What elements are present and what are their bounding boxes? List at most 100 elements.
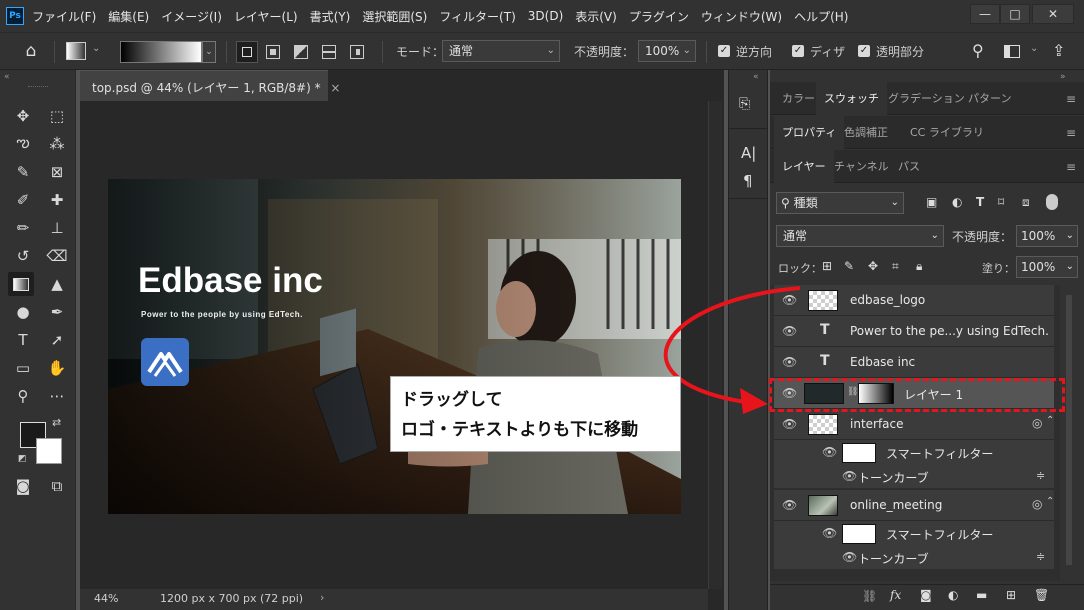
layers-scrollbar[interactable] xyxy=(1066,295,1072,565)
quick-selection-tool-icon[interactable]: ✎ xyxy=(10,160,36,184)
grip-handle[interactable] xyxy=(28,86,48,88)
mode-select[interactable]: 通常 ⌄ xyxy=(442,40,560,62)
gradient-tool-icon[interactable] xyxy=(8,272,34,296)
filter-smart-object-icon[interactable]: ⧈ xyxy=(1022,195,1030,210)
filter-options-icon[interactable]: ≑ xyxy=(1036,469,1045,482)
collapse-icon[interactable]: » xyxy=(1060,72,1066,82)
visibility-eye-icon[interactable]: 👁︎ xyxy=(782,293,797,307)
search-icon[interactable]: ⚲ xyxy=(972,41,984,60)
menu-help[interactable]: ヘルプ(H) xyxy=(794,8,848,25)
filter-options-icon[interactable]: ≑ xyxy=(1036,550,1045,563)
chevron-right-icon[interactable]: › xyxy=(320,591,324,604)
maximize-button[interactable]: □ xyxy=(1000,4,1030,24)
screen-mode-icon[interactable]: ⧉ xyxy=(44,474,70,498)
lasso-tool-icon[interactable]: ఌ xyxy=(10,132,36,156)
eyedropper-tool-icon[interactable]: ✐ xyxy=(10,188,36,212)
eraser-tool-icon[interactable]: ⌫ xyxy=(44,244,70,268)
visibility-eye-icon[interactable]: 👁︎ xyxy=(782,355,797,369)
filter-toggle[interactable] xyxy=(1046,194,1058,210)
tone-curve-filter-row[interactable]: 👁︎ トーンカーブ ≑ xyxy=(774,547,1054,569)
artwork-canvas[interactable]: Edbase inc Power to the people by using … xyxy=(108,179,681,514)
move-tool-icon[interactable]: ✥ xyxy=(10,104,36,128)
visibility-eye-icon[interactable]: 👁︎ xyxy=(782,324,797,338)
layer-opacity-field[interactable]: 100% ⌄ xyxy=(1016,225,1078,247)
crop-tool-icon[interactable]: ⊠ xyxy=(44,160,70,184)
hand-tool-icon[interactable]: ✋ xyxy=(44,356,70,380)
gradient-dropdown-arrow[interactable]: ⌄ xyxy=(202,41,216,63)
chevron-down-icon[interactable]: ⌄ xyxy=(92,43,100,54)
history-panel-icon[interactable]: ⎘ xyxy=(739,96,750,112)
reverse-checkbox[interactable]: ✓ xyxy=(718,45,730,57)
collapse-icon[interactable]: « xyxy=(4,72,10,82)
collapse-icon[interactable]: « xyxy=(753,72,759,82)
menu-edit[interactable]: 編集(E) xyxy=(108,8,149,25)
tab-swatches[interactable]: スウォッチ xyxy=(816,82,887,115)
chevron-down-icon[interactable]: ⌄ xyxy=(1030,43,1038,54)
smart-filter-row[interactable]: 👁︎ スマートフィルター xyxy=(774,521,1054,547)
more-tools-icon[interactable]: ⋯ xyxy=(44,384,70,408)
close-tab-icon[interactable]: × xyxy=(330,81,340,95)
visibility-eye-icon[interactable]: 👁︎ xyxy=(782,498,797,512)
swap-colors-icon[interactable]: ⇄ xyxy=(52,416,61,429)
smart-filter-row[interactable]: 👁︎ スマートフィルター xyxy=(774,440,1054,466)
tab-channels[interactable]: チャンネル xyxy=(826,150,897,183)
filter-adjustment-icon[interactable]: ◐ xyxy=(952,195,962,209)
transparency-checkbox[interactable]: ✓ xyxy=(858,45,870,57)
menu-type[interactable]: 書式(Y) xyxy=(310,8,351,25)
lock-pixels-icon[interactable]: ✎ xyxy=(844,259,854,273)
close-button[interactable]: ✕ xyxy=(1032,4,1074,24)
tab-patterns[interactable]: パターン xyxy=(960,82,1019,115)
layer-row-edbase-logo[interactable]: 👁︎ edbase_logo xyxy=(774,285,1054,316)
chevron-up-icon[interactable]: ⌃ xyxy=(1046,415,1054,426)
linear-gradient-button[interactable] xyxy=(236,41,258,63)
filter-type-icon[interactable]: T xyxy=(976,195,984,209)
type-tool-icon[interactable]: T xyxy=(10,328,36,352)
opacity-field[interactable]: 100% ⌄ xyxy=(638,40,696,62)
layer-row-headline-text[interactable]: 👁︎ T Edbase inc xyxy=(774,347,1054,378)
share-icon[interactable]: ⇪ xyxy=(1052,41,1065,60)
gradient-tool-preset-icon[interactable] xyxy=(66,42,86,60)
visibility-eye-icon[interactable]: 👁︎ xyxy=(842,469,857,483)
blur-tool-icon[interactable]: ▲ xyxy=(44,272,70,296)
marquee-tool-icon[interactable]: ⬚ xyxy=(44,104,70,128)
tab-cc-libraries[interactable]: CC ライブラリ xyxy=(902,116,992,149)
new-layer-icon[interactable]: ⊞ xyxy=(1006,588,1016,602)
dither-checkbox[interactable]: ✓ xyxy=(792,45,804,57)
smart-filter-icon[interactable]: ◎ xyxy=(1032,416,1042,430)
visibility-eye-icon[interactable]: 👁︎ xyxy=(782,417,797,431)
filter-shape-icon[interactable]: ⌑ xyxy=(998,195,1004,209)
menu-window[interactable]: ウィンドウ(W) xyxy=(701,8,782,25)
brush-tool-icon[interactable]: ✏ xyxy=(10,216,36,240)
character-panel-icon[interactable]: A| xyxy=(741,144,756,162)
menu-plugins[interactable]: プラグイン xyxy=(629,8,689,25)
home-icon[interactable]: ⌂ xyxy=(20,41,42,63)
minimize-button[interactable]: — xyxy=(970,4,1000,24)
menu-3d[interactable]: 3D(D) xyxy=(528,9,563,23)
trash-icon[interactable]: 🗑︎ xyxy=(1034,588,1049,602)
add-mask-icon[interactable]: ◙ xyxy=(920,588,932,602)
menu-file[interactable]: ファイル(F) xyxy=(32,8,96,25)
layer-row-online-meeting[interactable]: 👁︎ online_meeting ◎ ⌃ xyxy=(774,490,1054,521)
tab-gradients[interactable]: グラデーション xyxy=(880,82,973,115)
panel-menu-icon[interactable]: ≡ xyxy=(1066,92,1076,106)
link-layers-icon[interactable]: ⛓︎ xyxy=(862,589,877,603)
layer-row-tagline-text[interactable]: 👁︎ T Power to the pe...y using EdTech. xyxy=(774,316,1054,347)
panel-menu-icon[interactable]: ≡ xyxy=(1066,160,1076,174)
path-selection-tool-icon[interactable]: ➚ xyxy=(44,328,70,352)
tone-curve-filter-row[interactable]: 👁︎ トーンカーブ ≑ xyxy=(774,466,1054,488)
lock-artboard-icon[interactable]: ⌗ xyxy=(892,259,899,274)
dodge-tool-icon[interactable]: ● xyxy=(10,300,36,324)
menu-layer[interactable]: レイヤー(L) xyxy=(234,8,298,25)
adjustment-layer-icon[interactable]: ◐ xyxy=(948,588,958,602)
pen-tool-icon[interactable]: ✒ xyxy=(44,300,70,324)
filter-pixel-icon[interactable]: ▣ xyxy=(926,195,937,209)
vertical-scrollbar[interactable] xyxy=(708,101,722,589)
layer-filter-select[interactable]: ⚲ 種類 ⌄ xyxy=(776,192,904,214)
rectangle-tool-icon[interactable]: ▭ xyxy=(10,356,36,380)
tab-layers[interactable]: レイヤー xyxy=(774,150,834,183)
lock-all-icon[interactable]: 🔒︎ xyxy=(916,259,922,274)
menu-select[interactable]: 選択範囲(S) xyxy=(362,8,427,25)
layer-row-interface[interactable]: 👁︎ interface ◎ ⌃ xyxy=(774,409,1054,440)
tab-paths[interactable]: パス xyxy=(890,150,928,183)
zoom-tool-icon[interactable]: ⚲ xyxy=(10,384,36,408)
